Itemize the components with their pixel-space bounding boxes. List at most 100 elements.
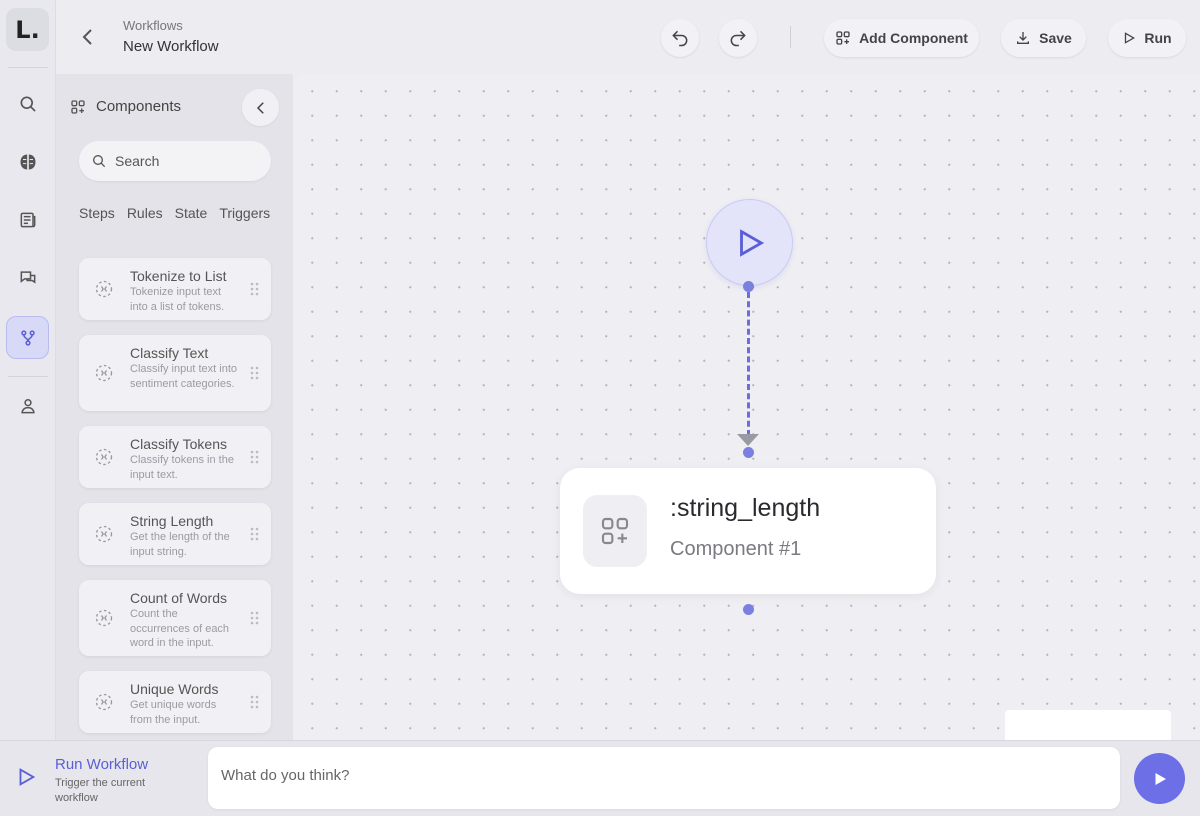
component-dashed-icon [95, 609, 113, 627]
component-description: Get unique words from the input. [130, 699, 217, 726]
undo-button[interactable] [661, 19, 699, 57]
edge-arrowhead [737, 434, 759, 446]
component-card-classify-tokens[interactable]: Classify Tokens Classify tokens in the i… [79, 426, 271, 488]
tab-rules[interactable]: Rules [127, 205, 163, 221]
component-node[interactable]: :string_length Component #1 [560, 468, 936, 594]
back-arrow-icon[interactable] [76, 25, 100, 49]
play-icon[interactable] [15, 766, 37, 788]
component-dashed-icon [95, 364, 113, 382]
start-output-handle[interactable] [743, 281, 754, 292]
component-dashed-icon [95, 525, 113, 543]
redo-icon [730, 30, 746, 47]
component-title: Classify Tokens [130, 436, 228, 452]
add-component-button[interactable]: Add Component [824, 19, 979, 57]
tab-steps[interactable]: Steps [79, 205, 115, 221]
component-card-classify-text[interactable]: Classify Text Classify input text into s… [79, 335, 271, 411]
run-workflow-description: Trigger the current workflow [55, 777, 146, 804]
send-play-icon [1155, 772, 1166, 785]
search-input[interactable] [115, 153, 255, 169]
rail-profile-button[interactable] [6, 384, 49, 427]
rail-divider [8, 376, 48, 377]
category-tabs: Steps Rules State Triggers [79, 205, 270, 221]
play-icon [1125, 32, 1136, 44]
component-dashed-icon [95, 448, 113, 466]
rail-chat-button[interactable] [6, 256, 49, 299]
rail-search-button[interactable] [6, 82, 49, 125]
send-button[interactable] [1134, 753, 1185, 804]
search-icon [20, 96, 36, 112]
rail-brain-button[interactable] [6, 140, 49, 183]
save-label: Save [1039, 30, 1072, 46]
undo-icon [672, 30, 688, 47]
rail-workflows-button[interactable] [6, 316, 49, 359]
run-workflow-title[interactable]: Run Workflow [55, 756, 148, 773]
app-logo[interactable]: L. [6, 8, 49, 51]
component-card-unique-words[interactable]: Unique Words Get unique words from the i… [79, 671, 271, 733]
collapse-panel-button[interactable] [242, 89, 279, 126]
workflow-canvas[interactable]: :string_length Component #1 [293, 74, 1200, 740]
play-icon [739, 228, 764, 257]
start-node[interactable] [706, 199, 793, 286]
user-icon [20, 398, 35, 413]
component-title: String Length [130, 513, 214, 529]
newspaper-icon [20, 212, 35, 227]
connector-edge[interactable] [747, 292, 750, 436]
tab-state[interactable]: State [175, 205, 208, 221]
drag-handle-icon[interactable] [250, 611, 260, 625]
node-input-handle[interactable] [743, 447, 754, 458]
component-description: Count the occurrences of each word in th… [130, 608, 230, 649]
left-rail: L. [0, 0, 56, 740]
drag-handle-icon[interactable] [250, 282, 260, 296]
run-label: Run [1144, 30, 1172, 46]
component-card-tokenize-to-list[interactable]: Tokenize to List Tokenize input text int… [79, 258, 271, 320]
chevron-left-icon [256, 101, 264, 114]
redo-button[interactable] [719, 19, 757, 57]
node-subtitle: Component #1 [670, 538, 802, 560]
chat-input[interactable] [221, 761, 1101, 789]
chat-bubbles-icon [20, 270, 35, 284]
component-dashed-icon [95, 280, 113, 298]
component-description: Tokenize input text into a list of token… [130, 286, 225, 313]
component-title: Unique Words [130, 681, 219, 697]
node-output-handle[interactable] [743, 604, 754, 615]
bottom-bar: Run Workflow Trigger the current workflo… [0, 740, 1200, 816]
add-component-label: Add Component [859, 30, 968, 46]
run-button[interactable]: Run [1108, 19, 1186, 57]
component-card-string-length[interactable]: String Length Get the length of the inpu… [79, 503, 271, 565]
component-description: Classify tokens in the input text. [130, 454, 234, 481]
drag-handle-icon[interactable] [250, 695, 260, 709]
components-icon [836, 31, 850, 45]
component-title: Classify Text [130, 345, 209, 361]
component-description: Get the length of the input string. [130, 531, 230, 558]
panel-header: Components [70, 98, 181, 115]
node-name: :string_length [670, 494, 821, 522]
drag-handle-icon[interactable] [250, 450, 260, 464]
component-description: Classify input text into sentiment categ… [130, 363, 237, 390]
workflow-icon [20, 329, 35, 346]
drag-handle-icon[interactable] [250, 366, 260, 380]
component-dashed-icon [95, 693, 113, 711]
node-icon-box [583, 495, 647, 567]
rail-news-button[interactable] [6, 198, 49, 241]
search-icon [93, 155, 106, 168]
component-title: Tokenize to List [130, 268, 227, 284]
minimap[interactable] [1005, 710, 1171, 740]
top-bar: Workflows New Workflow Add Component Sav… [56, 0, 1200, 74]
component-card-count-of-words[interactable]: Count of Words Count the occurrences of … [79, 580, 271, 656]
components-panel: Components Steps Rules State Triggers To… [56, 74, 293, 740]
tab-triggers[interactable]: Triggers [219, 205, 270, 221]
panel-title: Components [96, 98, 182, 115]
breadcrumb[interactable]: Workflows [123, 18, 183, 33]
components-icon [71, 99, 85, 114]
chat-input-container [208, 747, 1120, 809]
brain-icon [20, 154, 35, 169]
save-button[interactable]: Save [1001, 19, 1086, 57]
download-icon [1017, 32, 1030, 44]
components-icon [601, 517, 629, 545]
workflow-title: New Workflow [123, 38, 219, 55]
component-search[interactable] [79, 141, 271, 181]
component-title: Count of Words [130, 590, 228, 606]
rail-divider [8, 67, 48, 68]
drag-handle-icon[interactable] [250, 527, 260, 541]
toolbar-divider [790, 26, 791, 48]
